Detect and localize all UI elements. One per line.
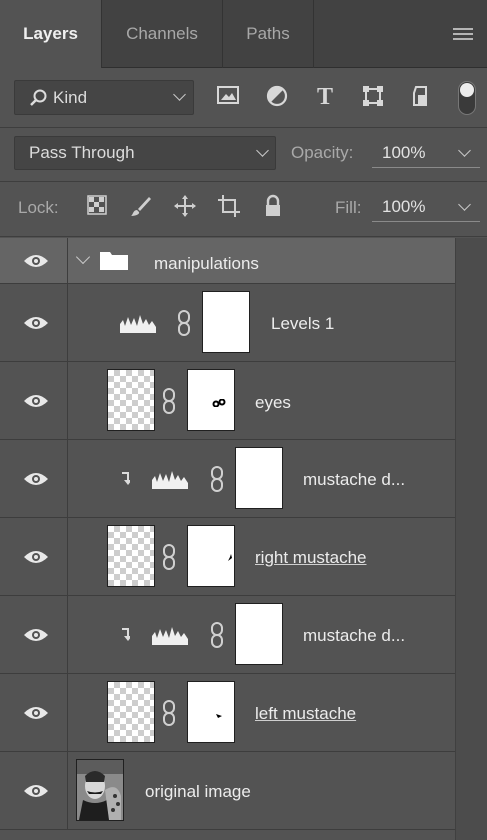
layer-row[interactable]: manipulations <box>0 238 455 284</box>
layer-row[interactable]: original image <box>0 752 455 830</box>
levels-adjustment-icon <box>120 315 156 333</box>
layers-list: manipulations Levels 1 eyes mustache d..… <box>0 238 487 840</box>
link-icon[interactable] <box>210 466 224 492</box>
photo-thumbnail[interactable] <box>76 759 124 821</box>
eye-icon[interactable] <box>23 253 49 269</box>
link-icon[interactable] <box>210 622 224 648</box>
chevron-down-icon <box>173 88 186 101</box>
link-icon[interactable] <box>162 388 176 414</box>
layer-row[interactable]: mustache d... <box>0 596 455 674</box>
layer-thumbnail[interactable] <box>107 681 155 743</box>
tab-divider <box>313 0 314 68</box>
layer-name[interactable]: Levels 1 <box>271 314 334 334</box>
lock-all-icon[interactable] <box>260 194 286 220</box>
eye-icon[interactable] <box>23 705 49 721</box>
levels-adjustment-icon <box>152 471 188 489</box>
layer-mask-thumbnail[interactable] <box>187 369 235 431</box>
type-filter-icon[interactable]: T <box>312 84 338 110</box>
chevron-down-icon <box>458 144 471 157</box>
layer-name[interactable]: manipulations <box>154 254 259 274</box>
opacity-label: Opacity: <box>291 143 354 162</box>
chevron-down-icon <box>458 198 471 211</box>
visibility-column <box>0 518 68 595</box>
layer-row[interactable]: left mustache <box>0 674 455 752</box>
link-icon[interactable] <box>162 700 176 726</box>
chevron-down-icon <box>256 144 269 157</box>
levels-adjustment-icon <box>152 627 188 645</box>
layer-mask-thumbnail[interactable] <box>202 291 250 353</box>
link-icon[interactable] <box>177 310 191 336</box>
group-expand-chevron-icon[interactable] <box>75 249 91 265</box>
tab-paths[interactable]: Paths <box>223 0 313 68</box>
blend-mode-label: Pass Through <box>29 143 135 162</box>
filter-kind-content: Kind <box>29 81 87 114</box>
visibility-column <box>0 752 68 829</box>
section-divider <box>0 181 487 182</box>
clipping-mask-arrow-icon <box>122 472 130 485</box>
layer-name[interactable]: eyes <box>255 393 291 413</box>
layer-row[interactable]: mustache d... <box>0 440 455 518</box>
section-divider <box>0 236 487 237</box>
portrait-photo <box>77 760 123 820</box>
adjustment-filter-icon[interactable] <box>264 84 290 110</box>
shape-filter-icon[interactable] <box>360 84 386 110</box>
visibility-column <box>0 440 68 517</box>
lock-position-icon[interactable] <box>172 194 198 220</box>
eye-icon[interactable] <box>23 471 49 487</box>
link-icon[interactable] <box>162 544 176 570</box>
visibility-column <box>0 674 68 751</box>
fill-input[interactable]: 100% <box>372 194 480 222</box>
layer-thumbnail[interactable] <box>107 525 155 587</box>
visibility-column <box>0 362 68 439</box>
layer-mask-thumbnail[interactable] <box>187 525 235 587</box>
layer-mask-thumbnail[interactable] <box>235 603 283 665</box>
opacity-input[interactable]: 100% <box>372 140 480 168</box>
visibility-column <box>0 284 68 361</box>
lock-artboard-icon[interactable] <box>216 194 242 220</box>
visibility-column <box>0 596 68 673</box>
tab-layers[interactable]: Layers <box>0 0 101 69</box>
layer-row[interactable]: right mustache <box>0 518 455 596</box>
panel-tab-bar: Layers Channels Paths <box>0 0 487 69</box>
fill-value: 100% <box>382 197 426 216</box>
folder-icon <box>100 252 128 270</box>
layer-thumbnail[interactable] <box>107 369 155 431</box>
layer-row[interactable]: Levels 1 <box>0 284 455 362</box>
tab-channels[interactable]: Channels <box>102 0 222 68</box>
eye-icon[interactable] <box>23 783 49 799</box>
lock-image-pixels-icon[interactable] <box>128 194 154 220</box>
search-icon <box>30 89 47 106</box>
layer-mask-thumbnail[interactable] <box>235 447 283 509</box>
lock-transparent-pixels-icon[interactable] <box>84 194 110 220</box>
lock-label: Lock: <box>18 198 59 217</box>
layer-mask-thumbnail[interactable] <box>187 681 235 743</box>
scrollbar-track[interactable] <box>455 238 487 840</box>
section-divider <box>0 127 487 128</box>
layer-name[interactable]: right mustache <box>255 548 367 568</box>
mask-shape <box>228 554 232 561</box>
filter-kind-dropdown[interactable]: Kind <box>14 80 194 115</box>
layer-name[interactable]: mustache d... <box>303 470 405 490</box>
image-filter-icon[interactable] <box>215 84 241 110</box>
blend-mode-dropdown[interactable]: Pass Through <box>14 136 276 170</box>
panel-menu-icon[interactable] <box>453 28 473 42</box>
fill-label: Fill: <box>335 198 362 217</box>
layer-name[interactable]: left mustache <box>255 704 356 724</box>
mask-shape <box>216 714 222 718</box>
filter-kind-label: Kind <box>53 87 88 107</box>
clipping-mask-arrow-icon <box>122 628 130 641</box>
opacity-value: 100% <box>382 143 426 162</box>
eye-icon[interactable] <box>23 549 49 565</box>
filter-toggle-switch[interactable] <box>458 81 476 115</box>
layer-row[interactable]: eyes <box>0 362 455 440</box>
mask-shape <box>212 399 226 407</box>
smart-object-filter-icon[interactable] <box>408 84 434 110</box>
layer-name[interactable]: original image <box>145 782 251 802</box>
eye-icon[interactable] <box>23 393 49 409</box>
eye-icon[interactable] <box>23 627 49 643</box>
eye-icon[interactable] <box>23 315 49 331</box>
layer-name[interactable]: mustache d... <box>303 626 405 646</box>
visibility-column <box>0 238 68 283</box>
